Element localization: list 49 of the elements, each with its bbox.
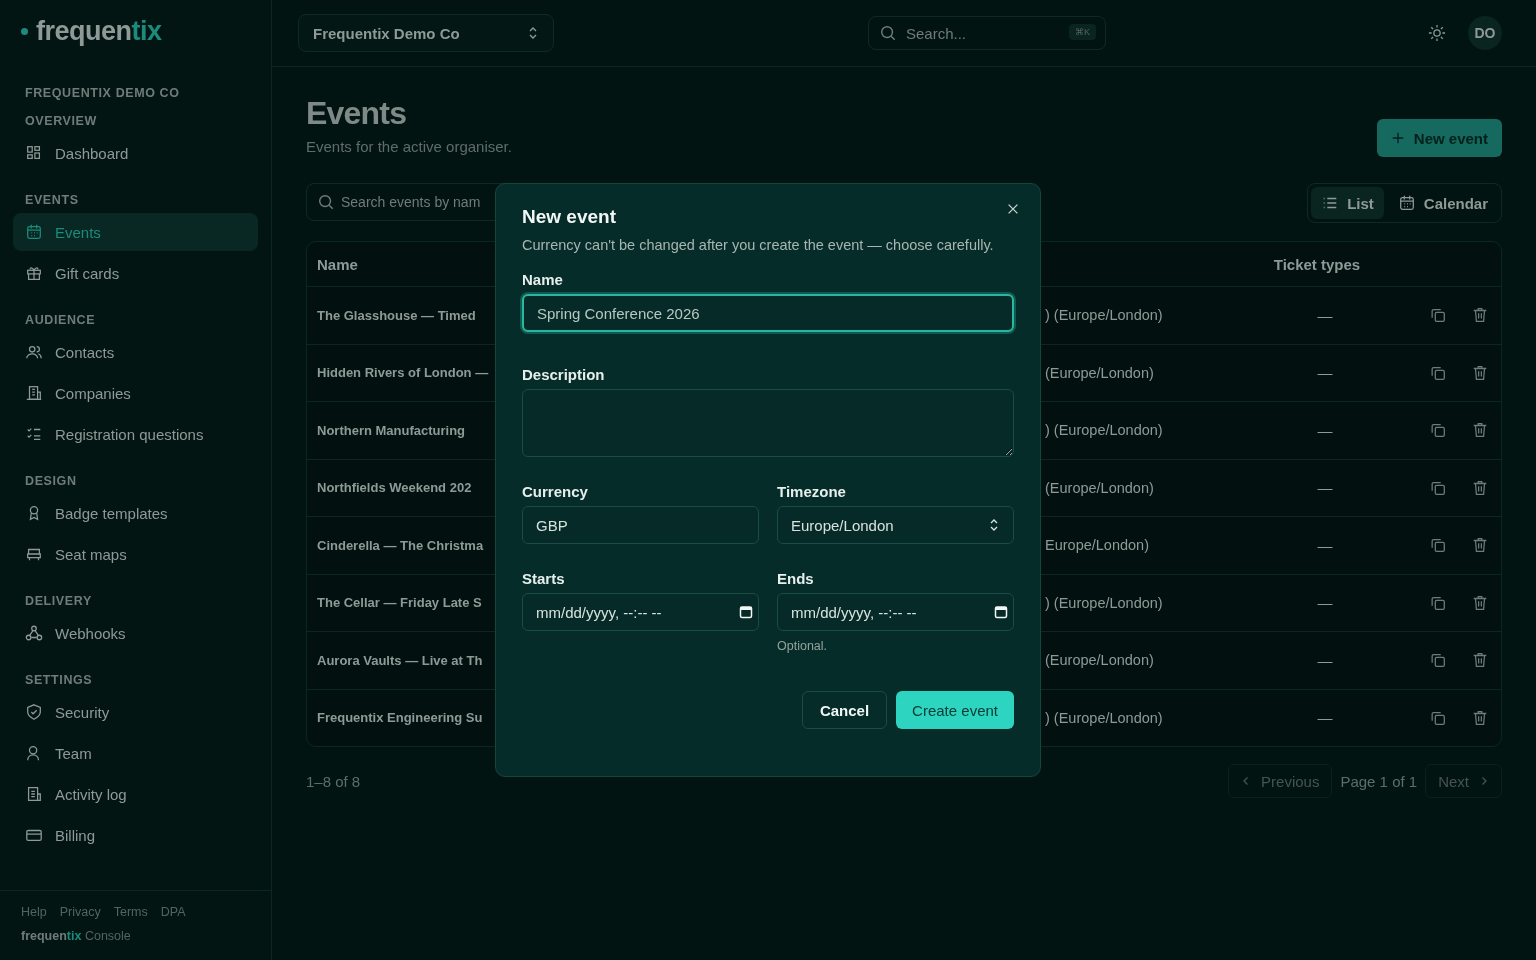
table-cell-text: — <box>1316 651 1334 669</box>
table-cell-text: — <box>1316 364 1334 382</box>
section-heading: FREQUENTIX DEMO CO <box>24 85 181 102</box>
section-heading: SETTINGS <box>24 672 94 689</box>
table-cell-text: Frequentix Engineering Su <box>317 710 484 726</box>
dialog-description: Currency can't be changed after you create the event — choose carefully. <box>522 237 995 253</box>
page-indicator: Page 1 of 1 <box>1340 772 1418 790</box>
field-hint: Optional. <box>777 639 829 653</box>
dialog-title: New event <box>522 206 617 228</box>
field-label: Starts <box>522 570 566 587</box>
section-heading: DELIVERY <box>24 593 93 610</box>
table-cell-text: — <box>1316 306 1334 324</box>
shortcut-hint: ⌘K <box>1069 24 1096 40</box>
table-cell-text: (Europe/London) <box>1045 364 1155 381</box>
page-subtitle: Events for the active organiser. <box>306 138 512 155</box>
table-cell-text: ) (Europe/London) <box>1045 709 1164 726</box>
field-label: Timezone <box>777 483 847 500</box>
logo: frequentix <box>13 0 258 62</box>
section-heading: DESIGN <box>24 473 78 490</box>
column-header: Name <box>317 255 359 273</box>
table-cell-text: — <box>1316 709 1334 727</box>
field-label: Name <box>522 271 564 288</box>
table-cell-text: (Europe/London) <box>1045 652 1155 669</box>
table-cell-text: — <box>1316 536 1334 554</box>
table-cell-text: ) (Europe/London) <box>1045 422 1164 439</box>
table-cell-text: Northfields Weekend 202 <box>317 480 473 496</box>
table-cell-text: Cinderella — The Christma <box>317 537 485 553</box>
table-cell-text: ) (Europe/London) <box>1045 307 1164 324</box>
footer-brand: frequentix Console <box>21 929 132 943</box>
table-cell-text: The Glasshouse — Timed <box>317 307 477 323</box>
table-cell-text: Europe/London) <box>1045 537 1150 554</box>
page-title: Events <box>306 95 408 132</box>
column-header: Ticket types <box>1272 255 1362 273</box>
table-cell-text: ) (Europe/London) <box>1045 594 1164 611</box>
section-heading: AUDIENCE <box>24 312 97 329</box>
table-cell-text: — <box>1316 421 1334 439</box>
result-count: 1–8 of 8 <box>306 772 361 790</box>
table-cell-text: — <box>1316 594 1334 612</box>
table-cell-text: Northern Manufacturing <box>317 422 467 438</box>
table-cell-text: — <box>1316 479 1334 497</box>
section-heading: OVERVIEW <box>24 113 98 130</box>
field-label: Description <box>522 366 606 383</box>
field-label: Currency <box>522 483 589 500</box>
section-heading: EVENTS <box>24 192 80 209</box>
table-cell-text: Aurora Vaults — Live at Th <box>317 652 484 668</box>
field-label: Ends <box>777 570 815 587</box>
table-cell-text: Hidden Rivers of London — <box>317 365 490 381</box>
table-cell-text: The Cellar — Friday Late S <box>317 595 483 611</box>
table-cell-text: (Europe/London) <box>1045 479 1155 496</box>
